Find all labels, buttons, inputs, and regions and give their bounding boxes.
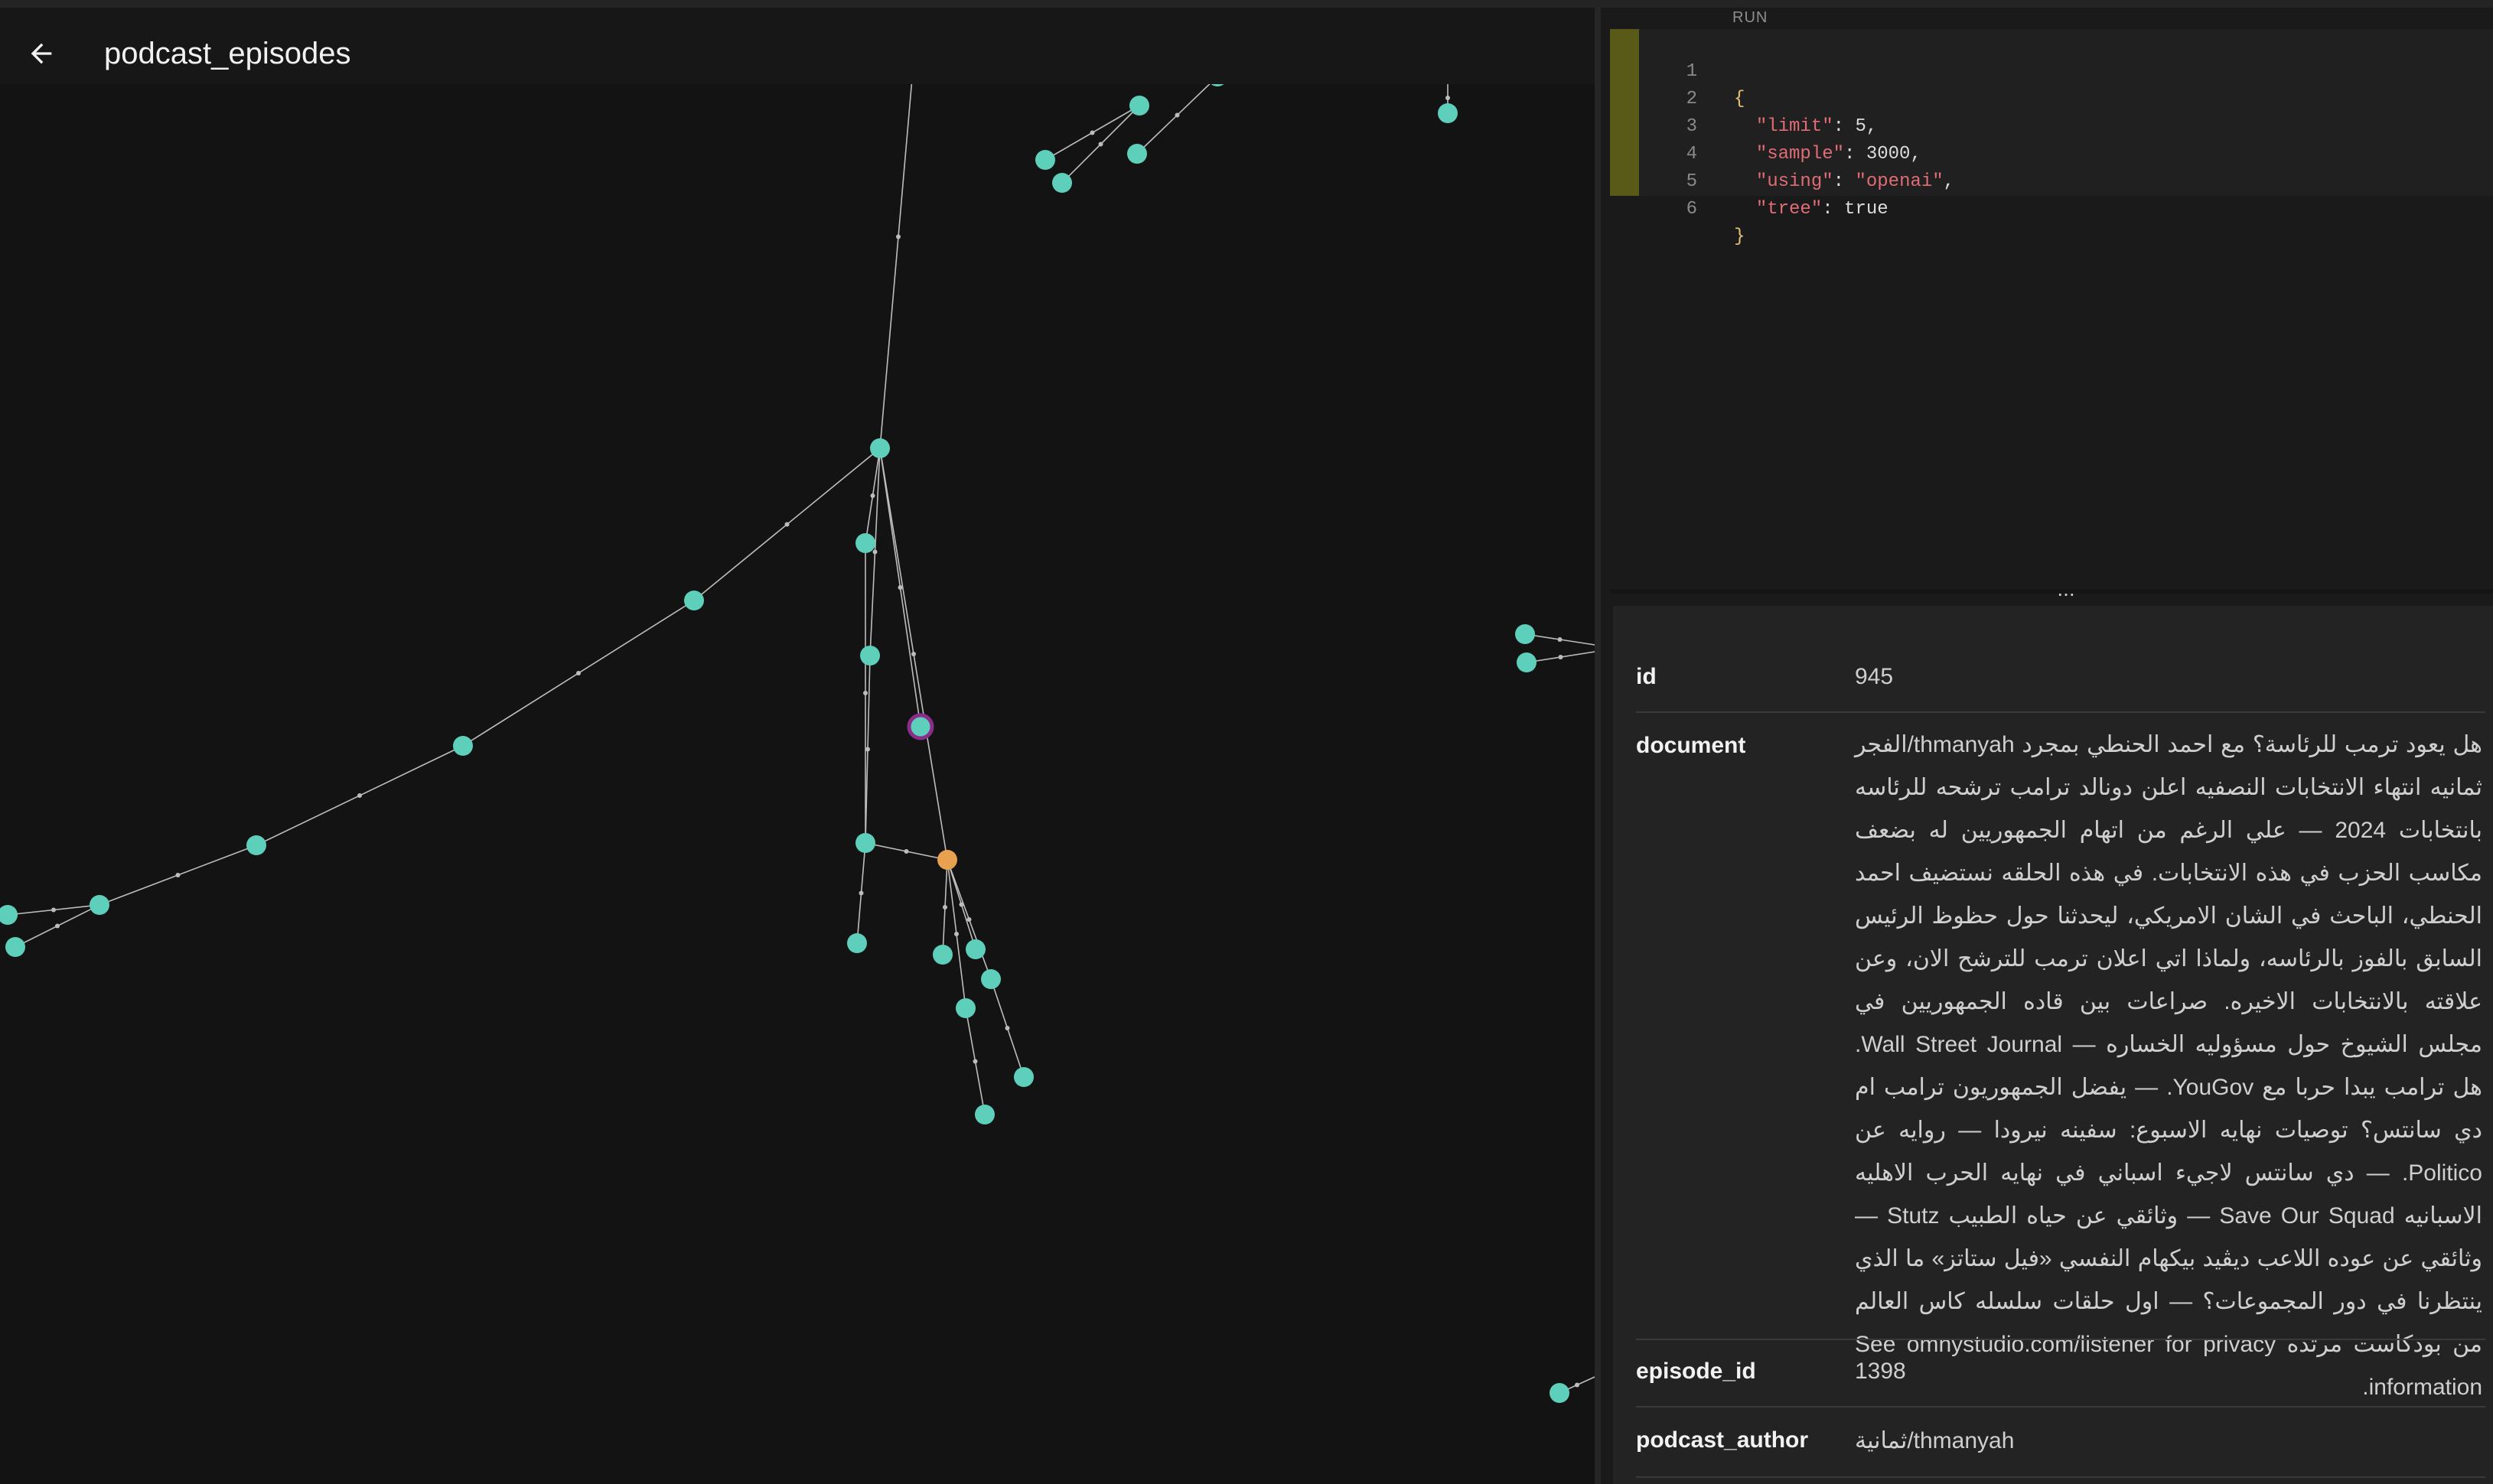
edge-arrow (1090, 130, 1095, 135)
graph-node[interactable] (855, 533, 875, 553)
graph-node[interactable] (1127, 144, 1147, 164)
edge-arrow (896, 234, 901, 239)
code-line-2[interactable]: 2 "limit": 5, (1639, 58, 2493, 137)
field-key-id: id (1636, 664, 1657, 689)
graph-node[interactable] (1515, 624, 1535, 644)
edge-arrow (863, 691, 868, 695)
header-bar: podcast_episodes (0, 8, 1595, 84)
edge-arrow (51, 907, 56, 913)
arrow-left-icon (31, 43, 52, 64)
graph-node[interactable] (684, 591, 704, 610)
code-line-5[interactable]: 5 "tree": true (1639, 141, 2493, 220)
graph-node[interactable] (847, 933, 867, 953)
edge-arrow (872, 549, 878, 555)
graph-node[interactable] (90, 895, 109, 915)
tree-graph[interactable] (0, 8, 1599, 1484)
graph-node[interactable] (1052, 173, 1072, 193)
run-button[interactable]: RUN (1732, 9, 1768, 27)
code-line-4[interactable]: 4 "using": "openai", (1639, 113, 2493, 192)
code-value-tree: : true (1822, 199, 1888, 220)
graph-node[interactable] (246, 835, 266, 855)
top-border (0, 0, 2493, 8)
graph-node[interactable] (855, 833, 875, 853)
code-token: } (1734, 226, 1745, 247)
graph-node[interactable] (975, 1105, 995, 1124)
edge-arrow (865, 747, 870, 752)
code-line-6[interactable]: 6 } (1639, 168, 2493, 247)
resize-handle[interactable]: ... (2043, 578, 2089, 600)
edge-arrow (973, 1059, 978, 1064)
graph-node[interactable] (956, 998, 976, 1018)
graph-nodes (0, 15, 1569, 1403)
edge-arrow (1557, 637, 1563, 642)
graph-canvas[interactable] (0, 8, 1599, 1484)
graph-node[interactable] (870, 438, 890, 458)
graph-node[interactable] (453, 736, 473, 756)
field-key-podcast-author: podcast_author (1636, 1427, 1809, 1453)
code-line-1[interactable]: 1 { (1639, 31, 2493, 109)
row-divider (1636, 1476, 2485, 1478)
graph-node[interactable] (1014, 1067, 1034, 1087)
edge-arrow (954, 932, 959, 936)
code-key-tree: "tree" (1755, 199, 1823, 220)
back-button[interactable] (18, 31, 64, 76)
graph-node[interactable] (5, 937, 25, 957)
editor-gutter-marker (1610, 29, 1639, 196)
edge-arrow (898, 585, 903, 590)
row-divider (1636, 1339, 2485, 1340)
edge-arrow (911, 652, 916, 656)
edge-arrow (1175, 112, 1180, 118)
field-value-podcast-author: ثمانية/thmanyah (1855, 1428, 2015, 1453)
edge-arrow (943, 905, 947, 910)
edge-arrow (576, 671, 581, 675)
edge-arrow (1445, 96, 1450, 100)
graph-node[interactable] (981, 969, 1001, 989)
edge-arrow (870, 493, 875, 498)
edge-arrow (55, 923, 60, 929)
graph-edges (7, 24, 1595, 1394)
graph-node[interactable] (860, 646, 880, 666)
graph-node[interactable] (1550, 1383, 1569, 1403)
graph-node[interactable] (1438, 103, 1458, 123)
edge-arrow (904, 849, 909, 854)
row-divider (1636, 1406, 2485, 1408)
line-number: 6 (1686, 199, 1697, 220)
graph-node[interactable] (933, 945, 953, 965)
page-title: podcast_episodes (104, 37, 351, 70)
edge-arrow (859, 890, 864, 896)
graph-node-selected[interactable] (907, 713, 934, 740)
code-line-3[interactable]: 3 "sample": 3000, (1639, 86, 2493, 164)
field-value-document: هل يعود ترمب للرئاسة؟ مع احمد الحنطي بمج… (1855, 732, 2483, 1400)
field-key-document: document (1636, 733, 1746, 758)
field-key-episode-id: episode_id (1636, 1359, 1756, 1384)
graph-node-focused[interactable] (937, 850, 957, 870)
graph-node[interactable] (0, 905, 18, 925)
edge-arrow (784, 522, 790, 527)
field-value-episode-id: 1398 (1855, 1359, 1906, 1384)
edge-arrow (1558, 655, 1563, 659)
graph-node[interactable] (1517, 653, 1537, 672)
row-divider (1636, 711, 2485, 713)
splitter-grip-icon[interactable]: ⋮ (1595, 728, 1615, 748)
edge-arrow (966, 917, 972, 922)
edge-arrow (1005, 1026, 1010, 1030)
edge-arrow (1098, 142, 1103, 147)
edge-arrow (357, 793, 362, 798)
edge-arrow (175, 873, 181, 877)
field-value-id: 945 (1855, 664, 1894, 689)
graph-node[interactable] (1129, 96, 1149, 116)
graph-node[interactable] (1035, 150, 1055, 170)
graph-node[interactable] (966, 939, 986, 959)
edge-arrow (1575, 1382, 1579, 1388)
